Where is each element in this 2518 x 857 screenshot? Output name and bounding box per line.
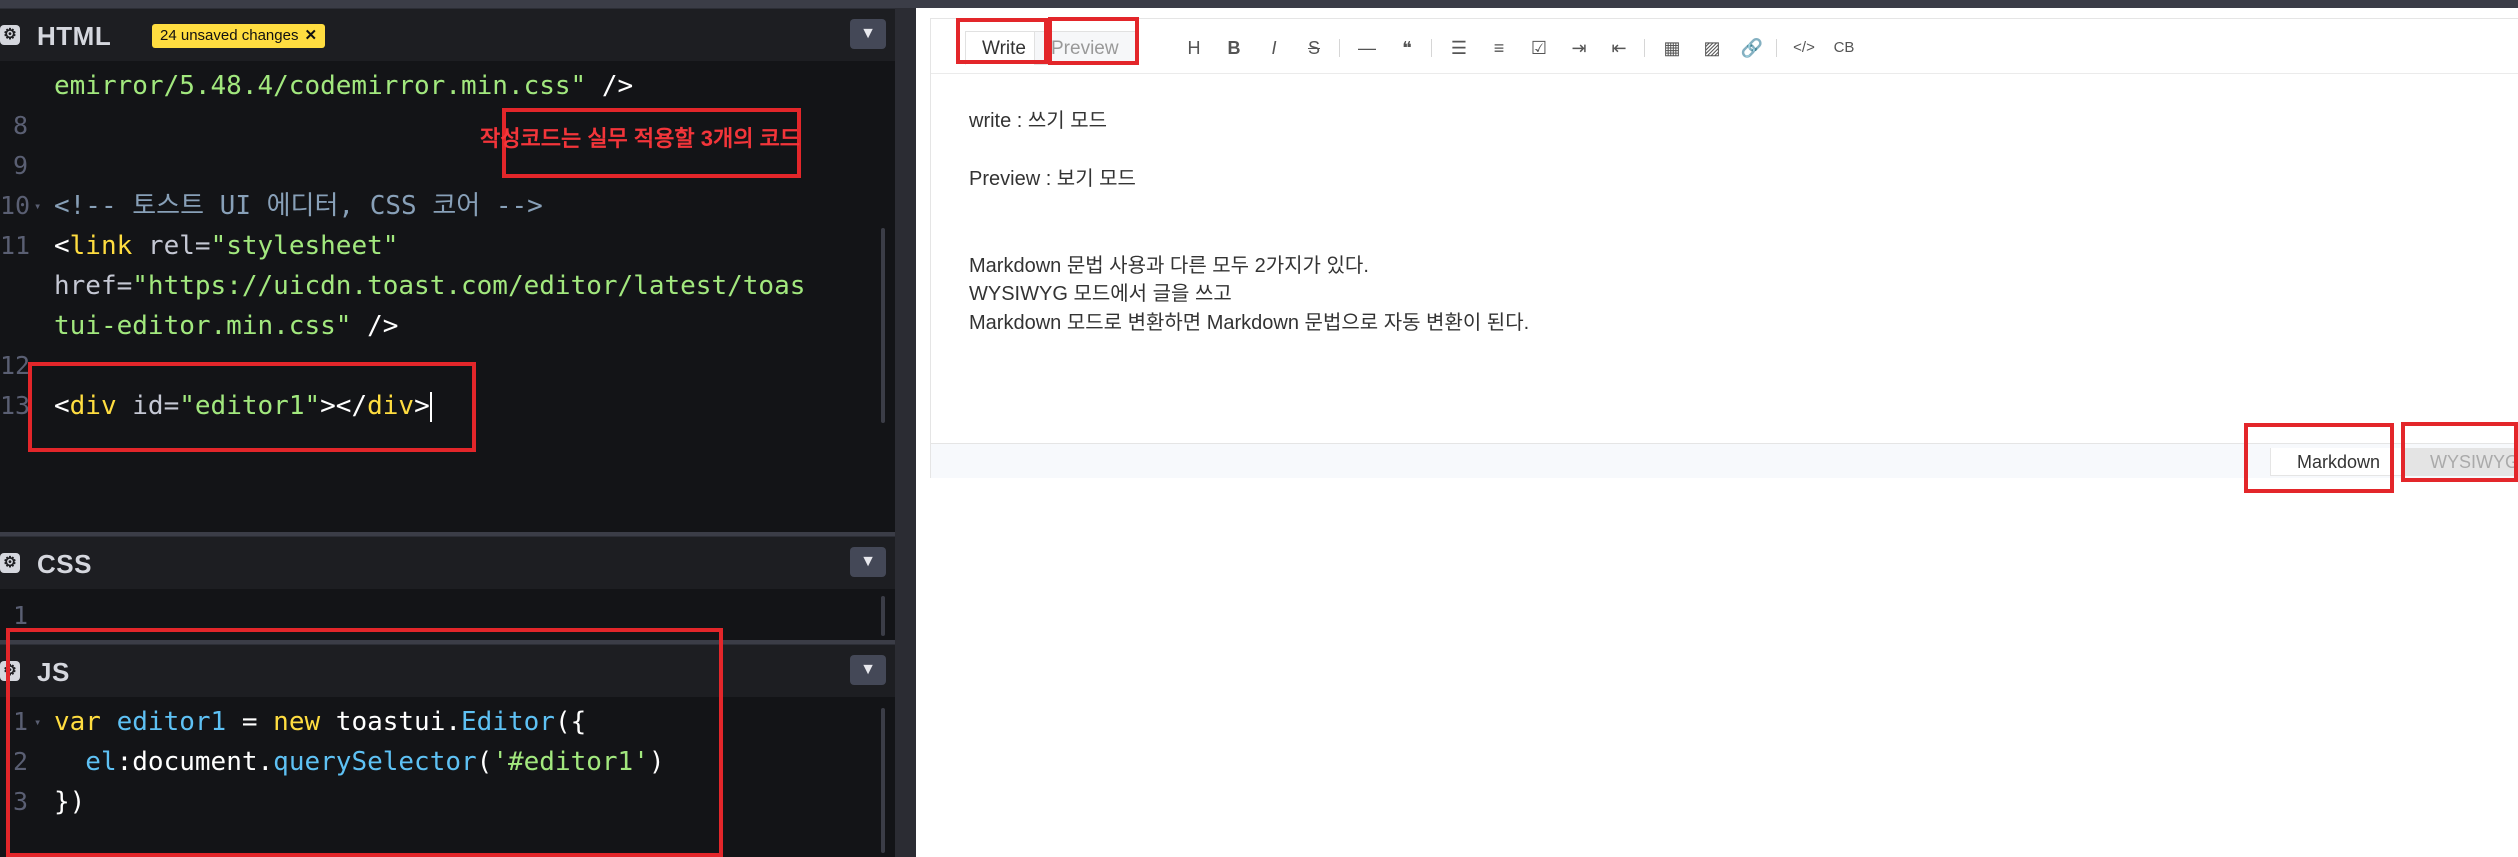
line-number: 10 [0,191,31,220]
unsaved-changes-badge[interactable]: 24 unsaved changes ✕ [152,24,326,48]
toast-ui-editor: Write Preview H B I S — ❝ ☰ ≡ ☑ ⇥ ⇤ ▦ ▨ 🔗 </> CB write … [930,18,2518,478]
code-text: <link rel="stylesheet" [54,231,399,261]
content-line: WYSIWYG 모드에서 글을 쓰고 [969,283,1232,305]
line-number: 12 [0,351,31,380]
task-list-icon[interactable]: ☑ [1526,35,1552,61]
image-icon[interactable]: ▨ [1699,35,1725,61]
chevron-down-icon: ▼ [860,661,876,678]
annotation-box [1048,17,1139,65]
close-icon[interactable]: ✕ [304,27,317,44]
annotation-box [6,628,723,857]
code-text: <!-- 토스트 UI 에디터, CSS 코어 --> [54,191,543,221]
content-line: Markdown 모드로 변환하면 Markdown 문법으로 자동 변환이 된… [969,312,1530,334]
gear-icon[interactable]: ⚙ [0,553,20,573]
content-line: Markdown 문법 사용과 다른 모두 2가지가 있다. [969,255,1369,277]
editor-toolbar: Write Preview H B I S — ❝ ☰ ≡ ☑ ⇥ ⇤ ▦ ▨ 🔗 </> CB [931,19,2518,74]
line-number: 11 [0,231,31,260]
fold-arrow-icon[interactable]: ▾ [34,186,41,226]
code-text: href="https://uicdn.toast.com/editor/lat… [54,271,806,301]
html-panel-header: ⚙ HTML 24 unsaved changes ✕ ▼ [0,8,895,61]
bold-icon[interactable]: B [1221,35,1247,61]
bullet-list-icon[interactable]: ☰ [1446,35,1472,61]
annotation-box [2401,422,2518,482]
html-panel-title: HTML [37,21,112,51]
annotation-box [2244,423,2394,493]
heading-icon[interactable]: H [1181,35,1207,61]
toolbar-divider [1339,39,1340,57]
outdent-icon[interactable]: ⇤ [1606,35,1632,61]
css-panel-collapse-button[interactable]: ▼ [850,547,886,577]
html-panel-collapse-button[interactable]: ▼ [850,19,886,49]
css-panel-header: ⚙ CSS ▼ [0,536,895,589]
strike-icon[interactable]: S [1301,35,1327,61]
code-text: emirror/5.48.4/codemirror.min.css" /> [54,71,634,101]
codeblock-icon[interactable]: CB [1831,35,1857,61]
line-number: 13 [0,391,31,420]
html-scrollbar[interactable] [881,228,885,423]
indent-icon[interactable]: ⇥ [1566,35,1592,61]
ordered-list-icon[interactable]: ≡ [1486,35,1512,61]
hr-icon[interactable]: — [1354,35,1380,61]
js-scrollbar[interactable] [881,708,885,853]
toolbar-divider [1776,39,1777,57]
content-line: Preview : 보기 모드 [969,168,1136,190]
italic-icon[interactable]: I [1261,35,1287,61]
css-scrollbar[interactable] [881,596,885,636]
annotation-box [28,362,476,452]
toolbar-divider [1644,39,1645,57]
code-icon[interactable]: </> [1791,35,1817,61]
resize-gutter[interactable] [895,8,916,857]
code-text: tui-editor.min.css" /> [54,311,399,341]
link-icon[interactable]: 🔗 [1739,35,1765,61]
js-panel-collapse-button[interactable]: ▼ [850,655,886,685]
gear-icon[interactable]: ⚙ [0,25,20,45]
line-number: 8 [12,111,28,140]
annotation-box [956,18,1048,64]
chevron-down-icon: ▼ [860,553,876,570]
unsaved-changes-label: 24 unsaved changes [160,27,299,44]
line-number: 9 [12,151,28,180]
chevron-down-icon: ▼ [860,25,876,42]
annotation-note: 작성코드는 실무 적용할 3개의 코드 [480,126,801,151]
table-icon[interactable]: ▦ [1659,35,1685,61]
top-bar [0,0,2518,8]
toolbar-divider [1431,39,1432,57]
quote-icon[interactable]: ❝ [1394,35,1420,61]
css-panel-title: CSS [37,549,92,579]
content-line: write : 쓰기 모드 [969,110,1108,132]
